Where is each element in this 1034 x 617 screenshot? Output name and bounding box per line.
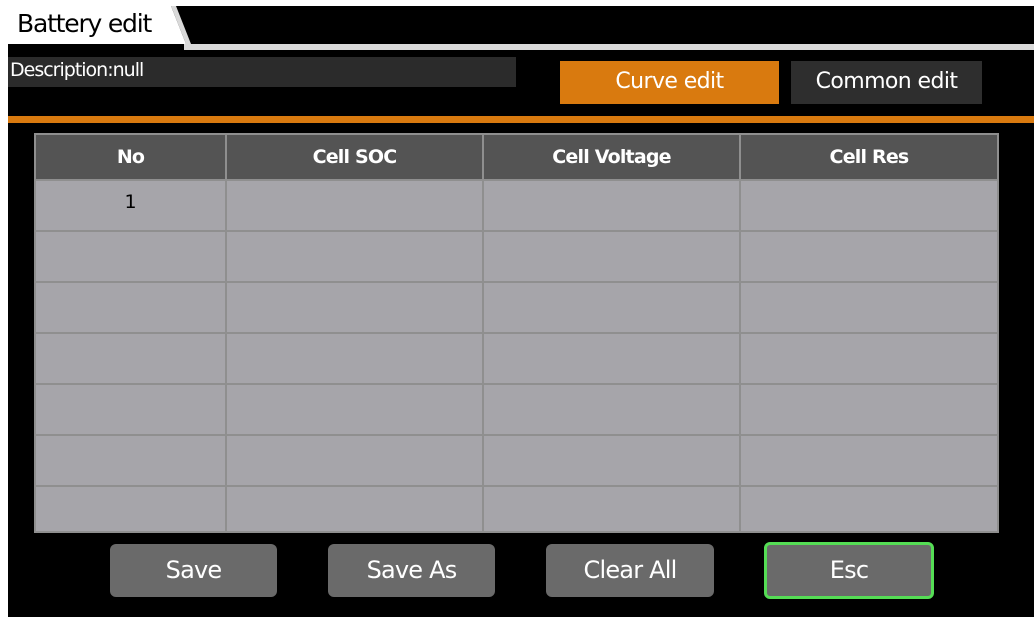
table-header-row: No Cell SOC Cell Voltage Cell Res <box>34 133 999 181</box>
table-cell-no[interactable]: 1 <box>34 179 227 232</box>
esc-button[interactable]: Esc <box>764 542 934 599</box>
column-header-cell-soc: Cell SOC <box>225 133 484 181</box>
table-cell-voltage[interactable] <box>482 179 741 232</box>
table-cell-no[interactable] <box>34 281 227 334</box>
table-cell-soc[interactable] <box>225 230 484 283</box>
table-cell-voltage[interactable] <box>482 383 741 436</box>
tab-curve-edit[interactable]: Curve edit <box>560 61 779 104</box>
table-cell-voltage[interactable] <box>482 230 741 283</box>
table-row <box>34 485 999 533</box>
table-row <box>34 332 999 385</box>
table-row <box>34 383 999 436</box>
table-cell-voltage[interactable] <box>482 434 741 487</box>
table-cell-no[interactable] <box>34 434 227 487</box>
table-cell-soc[interactable] <box>225 485 484 533</box>
table-cell-res[interactable] <box>739 383 999 436</box>
column-header-cell-voltage: Cell Voltage <box>482 133 741 181</box>
table-cell-soc[interactable] <box>225 383 484 436</box>
save-button[interactable]: Save <box>110 544 277 597</box>
table-row <box>34 434 999 487</box>
table-cell-no[interactable] <box>34 383 227 436</box>
page-title: Battery edit <box>17 9 152 38</box>
table-cell-soc[interactable] <box>225 281 484 334</box>
table-cell-no[interactable] <box>34 332 227 385</box>
table-cell-soc[interactable] <box>225 332 484 385</box>
column-header-cell-res: Cell Res <box>739 133 999 181</box>
table-cell-soc[interactable] <box>225 434 484 487</box>
table-cell-res[interactable] <box>739 230 999 283</box>
save-as-button[interactable]: Save As <box>328 544 495 597</box>
table-cell-no[interactable] <box>34 485 227 533</box>
curve-table: No Cell SOC Cell Voltage Cell Res 1 <box>34 133 999 533</box>
table-row <box>34 230 999 283</box>
table-cell-res[interactable] <box>739 281 999 334</box>
clear-all-button[interactable]: Clear All <box>546 544 714 597</box>
table-cell-voltage[interactable] <box>482 332 741 385</box>
table-cell-voltage[interactable] <box>482 485 741 533</box>
accent-divider <box>8 116 1034 123</box>
battery-edit-screen: Battery edit Description:null Curve edit… <box>8 6 1034 617</box>
table-cell-res[interactable] <box>739 179 999 232</box>
description-field[interactable]: Description:null <box>8 57 516 87</box>
title-divider <box>184 44 1034 50</box>
table-row <box>34 281 999 334</box>
tab-common-edit[interactable]: Common edit <box>791 61 982 104</box>
table-cell-res[interactable] <box>739 485 999 533</box>
table-cell-soc[interactable] <box>225 179 484 232</box>
table-row: 1 <box>34 179 999 232</box>
table-cell-no[interactable] <box>34 230 227 283</box>
title-tab: Battery edit <box>8 6 208 44</box>
column-header-no: No <box>34 133 227 181</box>
table-cell-res[interactable] <box>739 434 999 487</box>
table-cell-voltage[interactable] <box>482 281 741 334</box>
table-cell-res[interactable] <box>739 332 999 385</box>
